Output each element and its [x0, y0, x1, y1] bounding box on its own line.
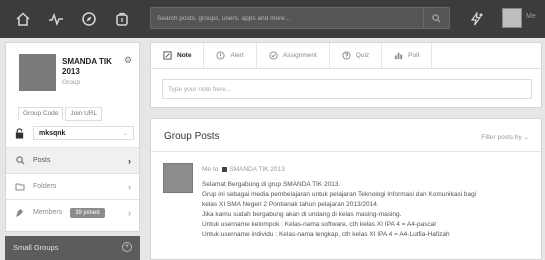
alert-icon	[216, 51, 226, 60]
small-groups-header[interactable]: Small Groups +	[5, 236, 140, 260]
group-code-row: mksqnk ⌄	[13, 125, 134, 141]
group-card: SMANDA TIK 2013 Group ⚙ Group Code Join …	[5, 42, 140, 232]
compass-icon[interactable]	[77, 7, 101, 31]
posts-title: Group Posts	[164, 131, 220, 142]
folder-icon	[14, 182, 26, 191]
post-to-word: to	[212, 166, 219, 173]
tab-assignment[interactable]: Assignment	[257, 43, 330, 68]
top-navigation-bar: Me	[0, 0, 545, 38]
sidebar-nav: Posts › Folders › Members 39 joined ›	[6, 147, 139, 225]
post-line: Selamat Bergabung di grup SMANDA TIK 201…	[202, 181, 341, 188]
members-joined-badge: 39 joined	[70, 207, 105, 218]
post-author[interactable]: Me	[202, 166, 211, 173]
group-code-dropdown[interactable]: mksqnk ⌄	[33, 126, 134, 140]
edit-note-icon	[163, 51, 172, 60]
members-icon	[14, 208, 26, 218]
tab-label: Note	[177, 52, 192, 59]
sidebar-item-members[interactable]: Members 39 joined ›	[6, 199, 139, 225]
search-icon	[14, 156, 26, 165]
filter-posts-dropdown[interactable]: Filter posts by ⌄	[481, 133, 529, 141]
check-circle-icon	[269, 51, 278, 60]
post-recipient-group[interactable]: SMANDA TIK 2013	[229, 166, 285, 173]
post-line: Jika kamu sudah bergabung akan di undang…	[202, 211, 402, 218]
tab-poll[interactable]: Poll	[382, 43, 433, 68]
tab-quiz[interactable]: Quiz	[330, 43, 383, 68]
chevron-down-icon: ⌄	[122, 130, 128, 137]
tab-note[interactable]: Note	[151, 43, 205, 68]
sidebar-item-posts[interactable]: Posts ›	[6, 147, 139, 173]
user-menu-label[interactable]: Me	[526, 13, 536, 20]
lock-icon	[13, 127, 25, 139]
note-input[interactable]	[162, 79, 532, 99]
chevron-right-icon: ›	[128, 155, 131, 166]
group-code-value: mksqnk	[39, 129, 66, 137]
post-line: Untuk username kelompok : Kelas-nama sof…	[202, 221, 436, 228]
group-posts-panel: Group Posts Filter posts by ⌄ Me to SMAN…	[150, 118, 542, 260]
divider	[151, 151, 541, 152]
group-name[interactable]: SMANDA TIK 2013	[62, 57, 128, 77]
sidebar-item-label: Folders	[33, 183, 57, 190]
sidebar-item-label: Members	[33, 209, 63, 216]
post-line: Untuk username individu : Kelas-nama len…	[202, 231, 450, 238]
chevron-right-icon: ›	[128, 207, 131, 218]
tab-label: Alert	[230, 52, 244, 59]
gear-icon[interactable]: ⚙	[124, 55, 132, 66]
post-line: Grup ini sebagai media pembelajaran untu…	[202, 191, 477, 198]
group-code-tabs: Group Code Join URL	[18, 107, 104, 121]
sidebar-item-folders[interactable]: Folders ›	[6, 173, 139, 199]
group-avatar	[19, 54, 56, 91]
search-icon	[432, 13, 441, 23]
notifications-button[interactable]	[466, 9, 486, 29]
post-composer: Note Alert Assignment Quiz Poll	[150, 42, 542, 108]
tab-label: Assignment	[282, 52, 317, 59]
chevron-right-icon: ›	[128, 181, 131, 192]
quiz-icon	[342, 51, 351, 60]
composer-tabs: Note Alert Assignment Quiz Poll	[151, 43, 541, 69]
tab-label: Quiz	[355, 52, 370, 59]
tab-alert[interactable]: Alert	[204, 43, 257, 68]
bolt-notification-icon	[470, 12, 483, 26]
search-input[interactable]	[151, 8, 421, 28]
search-bar	[150, 7, 450, 29]
activity-icon[interactable]	[44, 7, 68, 31]
small-groups-label: Small Groups	[13, 243, 59, 252]
chevron-down-icon: ⌄	[523, 134, 529, 141]
add-small-group-icon[interactable]: +	[122, 242, 132, 252]
post-meta: Me to SMANDA TIK 2013	[202, 166, 285, 173]
group-square-icon	[222, 167, 228, 172]
group-type: Group	[62, 79, 81, 86]
bar-chart-icon	[394, 51, 403, 60]
filter-label: Filter posts by	[481, 134, 522, 141]
post-author-avatar[interactable]	[163, 163, 193, 193]
post-body: Selamat Bergabung di grup SMANDA TIK 201…	[202, 180, 534, 240]
backpack-icon[interactable]	[110, 7, 134, 31]
tab-join-url[interactable]: Join URL	[65, 107, 103, 121]
search-button[interactable]	[423, 8, 449, 28]
tab-label: Poll	[408, 52, 420, 59]
sidebar-item-label: Posts	[33, 157, 51, 164]
post-line: kelas XI SMA Negeri 2 Pontianak tahun pe…	[202, 201, 379, 208]
home-icon[interactable]	[11, 7, 35, 31]
tab-group-code[interactable]: Group Code	[18, 107, 64, 121]
user-avatar[interactable]	[502, 8, 522, 28]
